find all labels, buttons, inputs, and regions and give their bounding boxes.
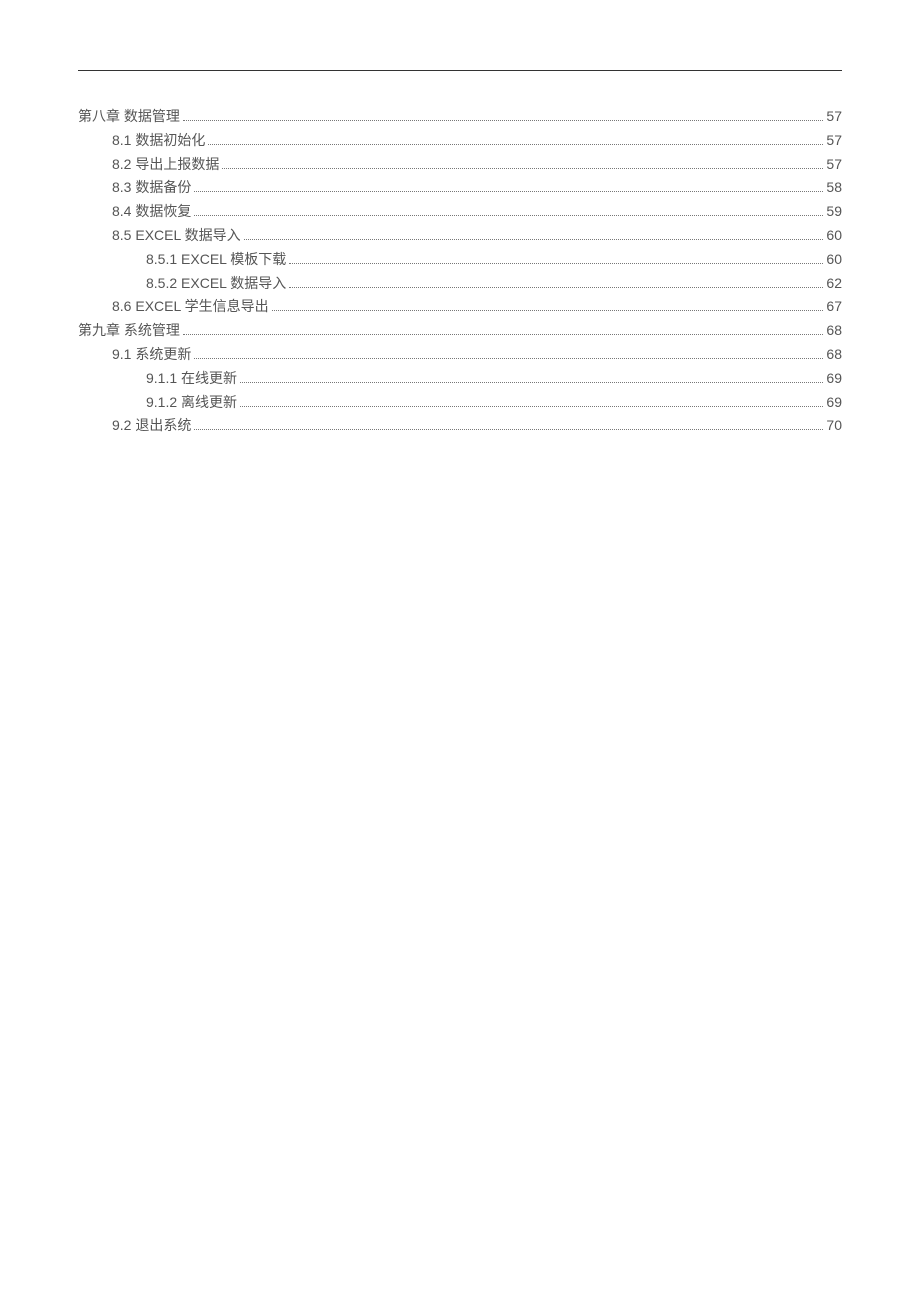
toc-leader-dots (244, 239, 824, 240)
toc-leader-dots (194, 191, 823, 192)
toc-entry: 8.5.2 EXCEL 数据导入 62 (78, 272, 842, 296)
toc-leader-dots (272, 310, 824, 311)
toc-page-number: 69 (826, 367, 842, 391)
toc-leader-dots (222, 168, 823, 169)
toc-leader-dots (194, 215, 823, 216)
toc-label: 8.6 EXCEL 学生信息导出 (112, 295, 269, 319)
toc-label: 9.2 退出系统 (112, 414, 191, 438)
toc-leader-dots (183, 334, 824, 335)
toc-page-number: 57 (826, 105, 842, 129)
toc-page-number: 60 (826, 224, 842, 248)
toc-page-number: 62 (826, 272, 842, 296)
toc-page-number: 59 (826, 200, 842, 224)
toc-label: 第八章 数据管理 (78, 105, 180, 129)
toc-entry: 8.4 数据恢复 59 (78, 200, 842, 224)
toc-label: 8.5.2 EXCEL 数据导入 (146, 272, 286, 296)
toc-page-number: 70 (826, 414, 842, 438)
toc-entry: 9.2 退出系统 70 (78, 414, 842, 438)
toc-entry: 9.1.2 离线更新 69 (78, 391, 842, 415)
toc-page-number: 60 (826, 248, 842, 272)
toc-label: 8.5.1 EXCEL 模板下载 (146, 248, 286, 272)
toc-page-number: 58 (826, 176, 842, 200)
toc-page-number: 69 (826, 391, 842, 415)
toc-leader-dots (289, 287, 823, 288)
toc-page-number: 57 (826, 153, 842, 177)
toc-label: 8.3 数据备份 (112, 176, 191, 200)
toc-leader-dots (194, 358, 823, 359)
toc-entry: 第九章 系统管理 68 (78, 319, 842, 343)
toc-entry: 第八章 数据管理 57 (78, 105, 842, 129)
toc-entry: 9.1 系统更新 68 (78, 343, 842, 367)
toc-page-number: 57 (826, 129, 842, 153)
toc-leader-dots (183, 120, 824, 121)
toc-label: 8.1 数据初始化 (112, 129, 205, 153)
toc-leader-dots (240, 382, 823, 383)
toc-entry: 8.1 数据初始化 57 (78, 129, 842, 153)
toc-label: 8.2 导出上报数据 (112, 153, 219, 177)
toc-leader-dots (194, 429, 823, 430)
header-rule (78, 70, 842, 71)
toc-leader-dots (289, 263, 823, 264)
toc-page-number: 68 (826, 343, 842, 367)
toc-page-number: 67 (826, 295, 842, 319)
toc-entry: 8.5 EXCEL 数据导入 60 (78, 224, 842, 248)
toc-label: 9.1.2 离线更新 (146, 391, 237, 415)
toc-label: 第九章 系统管理 (78, 319, 180, 343)
toc-entry: 8.2 导出上报数据 57 (78, 153, 842, 177)
toc-leader-dots (208, 144, 823, 145)
toc-label: 9.1 系统更新 (112, 343, 191, 367)
toc-entry: 8.6 EXCEL 学生信息导出 67 (78, 295, 842, 319)
table-of-contents: 第八章 数据管理 57 8.1 数据初始化 57 8.2 导出上报数据 57 8… (78, 105, 842, 438)
toc-leader-dots (240, 406, 823, 407)
toc-label: 8.5 EXCEL 数据导入 (112, 224, 241, 248)
toc-label: 8.4 数据恢复 (112, 200, 191, 224)
toc-entry: 8.3 数据备份 58 (78, 176, 842, 200)
toc-entry: 8.5.1 EXCEL 模板下载 60 (78, 248, 842, 272)
toc-page-number: 68 (826, 319, 842, 343)
toc-label: 9.1.1 在线更新 (146, 367, 237, 391)
toc-entry: 9.1.1 在线更新 69 (78, 367, 842, 391)
